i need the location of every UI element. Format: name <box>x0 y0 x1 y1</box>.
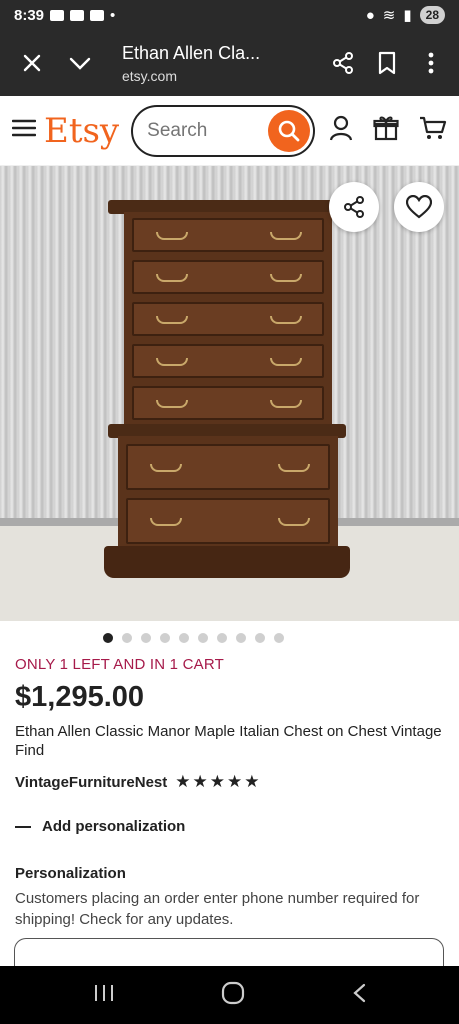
status-bar: 8:39 • ● ≋ ▮ 28 <box>0 0 459 30</box>
carousel-dot[interactable] <box>274 633 284 643</box>
system-nav-bar <box>0 966 459 1024</box>
carousel-dot[interactable] <box>160 633 170 643</box>
search-icon[interactable] <box>268 109 310 152</box>
product-image[interactable] <box>0 166 459 621</box>
page-title: Ethan Allen Cla... <box>122 42 261 63</box>
stock-notice: ONLY 1 LEFT AND IN 1 CART <box>15 656 224 673</box>
carousel-dot[interactable] <box>179 633 189 643</box>
add-personalization-toggle[interactable]: Add personalization <box>15 818 445 835</box>
favorite-button[interactable] <box>394 182 444 232</box>
signal-icon: ▮ <box>403 7 412 24</box>
dot-icon: • <box>110 6 116 24</box>
bookmark-icon[interactable] <box>365 41 409 85</box>
recent-apps-icon[interactable] <box>93 984 115 1007</box>
location-icon: ● <box>365 6 375 24</box>
back-icon[interactable] <box>352 983 366 1008</box>
browser-toolbar: Ethan Allen Cla... etsy.com <box>0 30 459 96</box>
star-rating[interactable]: ★★★★★ <box>175 772 261 792</box>
etsy-header: Etsy <box>0 96 459 166</box>
carousel-dot[interactable] <box>198 633 208 643</box>
chest-illustration <box>104 200 350 580</box>
price: $1,295.00 <box>15 681 145 713</box>
add-personalization-label: Add personalization <box>42 818 186 835</box>
personalization-description: Customers placing an order enter phone n… <box>15 890 420 928</box>
search-input[interactable] <box>147 119 268 142</box>
close-icon[interactable] <box>10 41 54 85</box>
product-title: Ethan Allen Classic Manor Maple Italian … <box>15 723 442 759</box>
share-listing-button[interactable] <box>329 182 379 232</box>
image-carousel-dots <box>0 633 459 643</box>
search-bar[interactable] <box>131 104 315 157</box>
carousel-dot[interactable] <box>255 633 265 643</box>
carousel-dot[interactable] <box>122 633 132 643</box>
heart-icon <box>406 195 432 219</box>
clock: 8:39 <box>14 6 45 24</box>
wifi-icon: ≋ <box>382 7 396 24</box>
share-icon <box>344 196 364 218</box>
hamburger-menu-icon[interactable] <box>11 119 37 142</box>
page-url: etsy.com <box>122 67 177 84</box>
more-vert-icon[interactable] <box>409 41 453 85</box>
battery-indicator: 28 <box>419 6 445 24</box>
personalization-heading: Personalization <box>15 865 126 882</box>
seller-name[interactable]: VintageFurnitureNest <box>15 774 167 791</box>
gift-icon[interactable] <box>373 115 399 146</box>
carousel-dot[interactable] <box>217 633 227 643</box>
page-title-block[interactable]: Ethan Allen Cla... etsy.com <box>102 43 321 84</box>
share-icon[interactable] <box>321 41 365 85</box>
home-icon[interactable] <box>221 981 245 1010</box>
carousel-dot[interactable] <box>141 633 151 643</box>
youtube-icon <box>70 9 85 21</box>
etsy-logo[interactable]: Etsy <box>44 111 119 151</box>
seller-row: VintageFurnitureNest ★★★★★ <box>15 772 445 792</box>
carousel-dot[interactable] <box>236 633 246 643</box>
carousel-dot[interactable] <box>103 633 113 643</box>
account-icon[interactable] <box>329 115 353 146</box>
notification-icon <box>50 9 65 21</box>
youtube-icon <box>90 9 105 21</box>
cart-icon[interactable] <box>419 115 447 146</box>
collapse-icon <box>15 825 31 828</box>
product-info: ONLY 1 LEFT AND IN 1 CART $1,295.00 Etha… <box>15 656 445 930</box>
chevron-down-icon[interactable] <box>58 41 102 85</box>
